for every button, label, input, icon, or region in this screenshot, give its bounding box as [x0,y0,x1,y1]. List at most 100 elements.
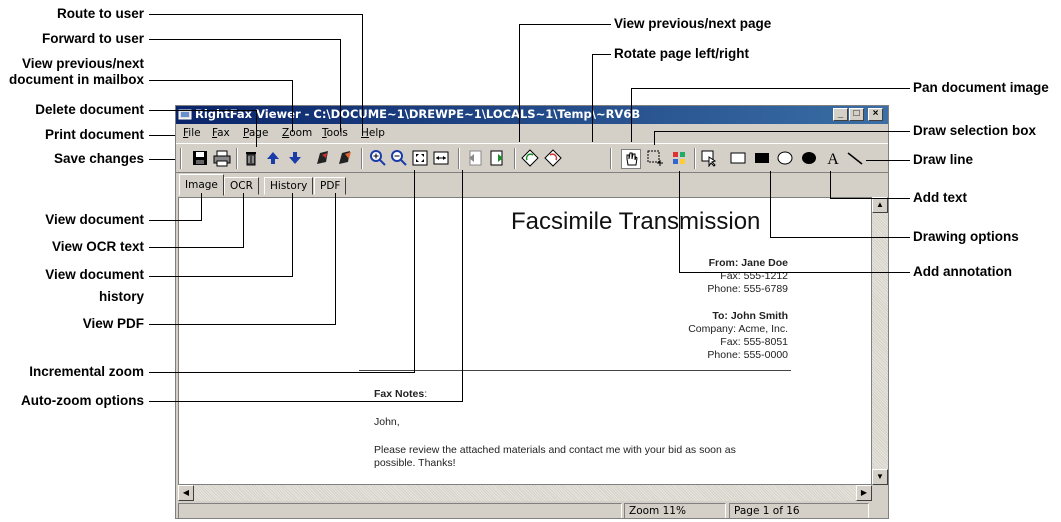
drawing-options-icon[interactable] [700,149,718,167]
leader-pan [631,88,632,142]
callout-save-changes: Save changes [53,151,144,166]
rectangle-icon[interactable] [729,149,747,167]
leader-add-text [830,198,910,199]
toolbar-separator [610,148,612,169]
callout-route-to-user: Route to user [56,6,144,21]
callout-delete-document: Delete document [35,102,144,117]
to-name: To: John Smith [712,310,788,322]
leader-pan [631,88,910,89]
leader-draw-line [866,160,910,161]
leader-prev-next-page [519,24,520,142]
callout-pan-document-image: Pan document image [913,80,1049,95]
prev-page-icon[interactable] [466,149,484,167]
pan-icon[interactable] [621,149,641,169]
line-icon[interactable] [846,149,864,167]
document-image-pane[interactable]: Facsimile Transmission From: Jane Doe Fa… [178,197,872,485]
leader-drawing-options [770,171,771,238]
text-icon[interactable]: A [824,149,842,167]
menu-zoom[interactable]: Zoom [282,127,312,139]
fit-width-icon[interactable] [432,149,450,167]
leader-rotate [592,54,611,55]
ellipse-icon[interactable] [776,149,794,167]
leader-route [362,14,363,132]
fax-title: Facsimile Transmission [511,208,761,235]
callout-view-document-history-line2: history [98,289,144,304]
scroll-right-button[interactable]: ▶ [856,485,872,501]
minimize-button[interactable]: _ [833,108,848,121]
rotate-right-icon[interactable] [544,149,562,167]
leader-delete [256,110,257,147]
callout-draw-line: Draw line [913,152,974,167]
status-bar: Zoom 11% Page 1 of 16 [176,502,888,518]
rotate-left-icon[interactable] [521,149,539,167]
forward-icon[interactable] [336,149,354,167]
leader-forward [340,39,341,132]
callout-view-document-history-line1: View document [45,267,144,282]
leader-rotate [592,54,593,142]
callout-add-text: Add text [913,190,967,205]
selection-box-icon[interactable] [646,149,664,167]
menu-tools[interactable]: Tools [322,127,348,139]
scroll-left-button[interactable]: ◀ [178,485,194,501]
tab-history[interactable]: History [264,177,314,195]
divider [359,370,791,371]
from-phone: Phone: 555-6789 [707,283,788,295]
leader-add-text [830,171,831,199]
leader-route [149,14,362,15]
delete-icon[interactable] [242,149,260,167]
toolbar-separator [694,148,696,169]
leader-auto-zoom [149,401,462,402]
callout-view-prev-next-doc-line1: View previous/next [21,56,144,71]
filled-rectangle-icon[interactable] [753,149,771,167]
close-button[interactable]: × [868,108,883,121]
scroll-down-button[interactable]: ▼ [872,469,888,485]
leader-prev-next-doc [149,80,292,81]
callout-view-pdf: View PDF [82,316,144,331]
callout-print-document: Print document [44,127,144,142]
callout-add-annotation: Add annotation [913,264,1012,279]
maximize-button[interactable]: □ [849,108,864,121]
fit-page-icon[interactable] [411,149,429,167]
zoom-in-icon[interactable] [369,149,387,167]
title-bar[interactable]: RightFax Viewer - C:\DOCUME~1\DREWPE~1\L… [176,106,888,124]
leader-selection-box [654,131,655,145]
leader-save [149,159,175,160]
zoom-out-icon[interactable] [390,149,408,167]
callout-view-ocr-text: View OCR text [51,239,144,254]
menu-help[interactable]: Help [361,127,385,139]
menu-file[interactable]: File [183,127,201,139]
leader-add-annotation [679,272,910,273]
scroll-up-button[interactable]: ▲ [872,197,888,213]
to-fax: Fax: 555-8051 [720,336,788,348]
next-page-icon[interactable] [488,149,506,167]
body-line-1: Please review the attached materials and… [374,444,736,456]
leader-view-document [201,193,202,221]
callout-drawing-options: Drawing options [913,229,1019,244]
callout-auto-zoom-options: Auto-zoom options [21,393,144,408]
filled-ellipse-icon[interactable] [800,149,818,167]
leader-prev-next-doc [292,80,293,132]
leader-pdf [149,324,335,325]
tab-ocr[interactable]: OCR [224,177,259,195]
print-icon[interactable] [213,149,231,167]
annotation-icon[interactable] [670,149,688,167]
down-arrow-icon[interactable] [286,149,304,167]
save-icon[interactable] [191,149,209,167]
leader-prev-next-page [519,24,611,25]
toolbar-grip [180,148,182,169]
rightfax-viewer-window: RightFax Viewer - C:\DOCUME~1\DREWPE~1\L… [175,105,889,519]
body-line-2: possible. Thanks! [374,457,456,469]
leader-ocr [243,193,244,248]
svg-text:A: A [827,151,839,167]
horizontal-scrollbar[interactable]: ◀ ▶ [178,485,872,501]
leader-delete [149,110,256,111]
leader-auto-zoom [462,170,463,402]
toolbar-separator [236,148,238,169]
vertical-scrollbar[interactable]: ▲ ▼ [872,197,888,485]
menu-fax[interactable]: Fax [212,127,230,139]
window-title: RightFax Viewer - C:\DOCUME~1\DREWPE~1\L… [195,107,641,121]
tab-pdf[interactable]: PDF [314,177,347,195]
zoom-level: Zoom 11% [624,503,726,518]
up-arrow-icon[interactable] [264,149,282,167]
route-icon[interactable] [314,149,332,167]
